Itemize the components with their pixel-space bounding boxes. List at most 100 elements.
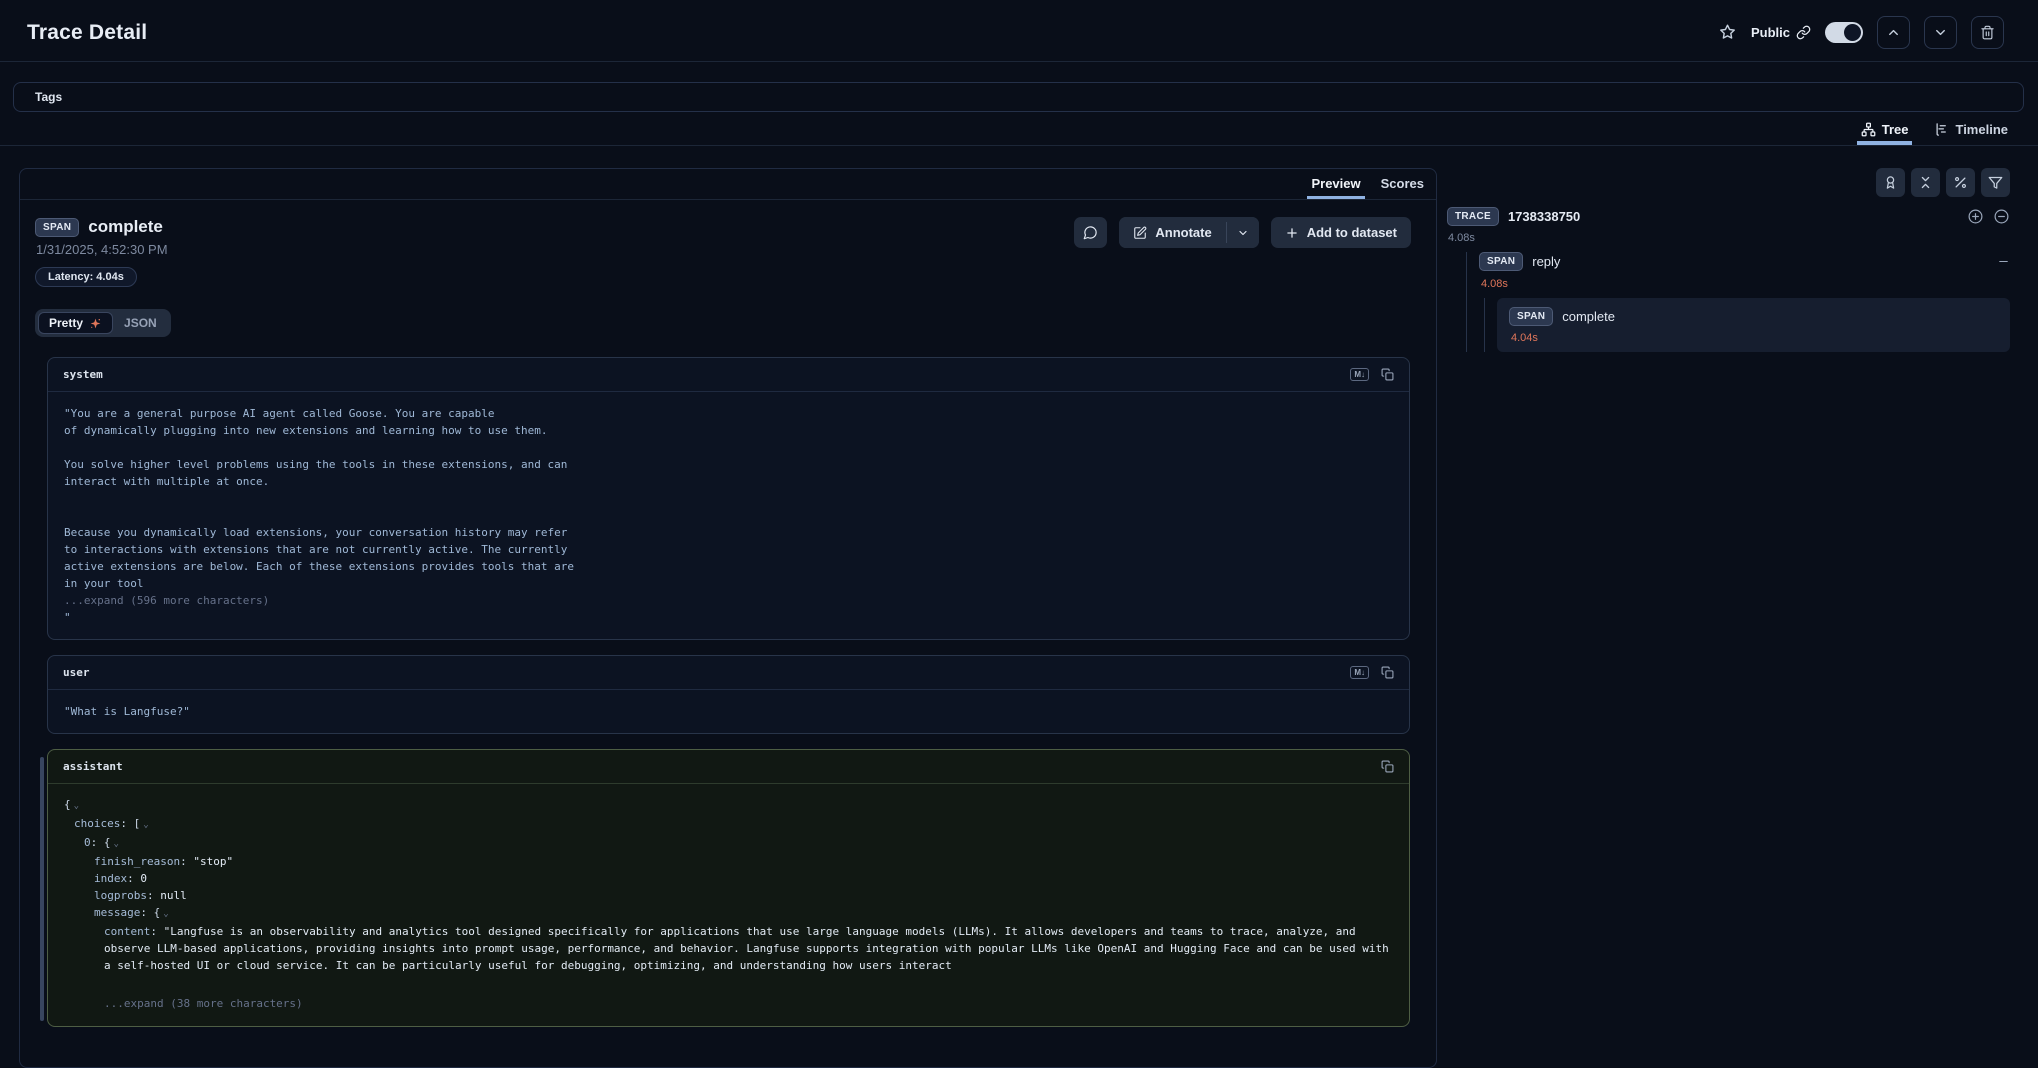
copy-icon[interactable] [1381,368,1394,381]
json-key: message [94,906,140,919]
copy-icon[interactable] [1381,666,1394,679]
latency-badge: Latency: 4.04s [35,267,137,287]
json-sep: : [147,889,160,902]
span-name: reply [1532,254,1560,269]
trace-name: 1738338750 [1508,209,1580,224]
json-row: choices: [⌄ [64,815,1393,834]
chevron-down-icon [1237,227,1249,239]
view-tabs: Tree Timeline [0,112,2038,146]
span-name: complete [88,217,163,237]
star-icon [1718,23,1737,42]
span-type-badge: SPAN [35,218,79,237]
annotations-toggle-button[interactable] [1876,168,1905,197]
message-assistant-content: {⌄ choices: [⌄ 0: {⌄ finish_reason: "sto… [48,784,1409,1026]
tags-label: Tags [35,90,62,104]
bookmark-star-button[interactable] [1718,23,1737,42]
public-share-control[interactable]: Public [1751,25,1811,40]
span-header-left: SPAN complete 1/31/2025, 4:52:30 PM Late… [35,217,168,287]
collapse-node-icon[interactable]: ⌄ [114,839,119,849]
collapse-all-icon[interactable] [1993,208,2010,225]
format-pretty-segment[interactable]: Pretty [38,312,113,334]
tags-bar[interactable]: Tags [13,82,2024,112]
json-row: 0: {⌄ [64,834,1393,853]
collapse-node-icon[interactable]: ⌄ [74,801,79,811]
json-row: index: 0 [64,870,1393,887]
tree-node-reply[interactable]: SPAN reply [1479,252,2010,271]
reply-children: SPAN complete 4.04s [1484,298,2010,352]
pretty-label: Pretty [49,316,83,330]
span-timestamp: 1/31/2025, 4:52:30 PM [36,242,168,257]
format-toggle: Pretty JSON [35,309,171,337]
json-value: 0 [140,872,147,885]
span-header: SPAN complete 1/31/2025, 4:52:30 PM Late… [20,200,1436,287]
json-row: message: {⌄ [64,904,1393,923]
previous-trace-button[interactable] [1877,16,1910,49]
public-toggle[interactable] [1825,22,1863,43]
json-label: JSON [124,316,157,330]
percent-icon [1953,175,1968,190]
span-duration: 4.04s [1511,332,1998,344]
tab-preview[interactable]: Preview [1301,169,1370,199]
copy-icon[interactable] [1381,760,1394,773]
json-punct: [ [134,817,141,830]
message-user-header: user M↓ [48,656,1409,690]
toggle-knob [1844,24,1861,41]
timeline-icon [1934,122,1949,137]
format-json-segment[interactable]: JSON [113,312,168,334]
annotate-button[interactable]: Annotate [1119,217,1225,248]
tab-scores[interactable]: Scores [1371,169,1434,199]
filter-button[interactable] [1981,168,2010,197]
tree-node-trace[interactable]: TRACE 1738338750 [1447,207,2010,226]
add-to-dataset-label: Add to dataset [1307,225,1397,240]
tree-node-complete-selected[interactable]: SPAN complete 4.04s [1497,298,2010,352]
top-bar-actions: Public [1718,16,2004,49]
collapse-node-button[interactable] [1997,255,2010,268]
tab-tree[interactable]: Tree [1861,122,1909,145]
trace-tree-panel: TRACE 1738338750 4.08s SPAN reply 4.08s [1447,168,2010,352]
message-system-header: system M↓ [48,358,1409,392]
span-duration: 4.08s [1481,278,2010,290]
role-label: system [63,368,103,381]
metrics-toggle-button[interactable] [1946,168,1975,197]
tab-tree-label: Tree [1882,122,1909,137]
tab-timeline[interactable]: Timeline [1934,122,2008,145]
system-text: "You are a general purpose AI agent call… [64,407,574,590]
chevrons-collapse-icon [1918,175,1933,190]
json-key: content [104,925,150,938]
comment-button[interactable] [1074,217,1107,248]
delete-trace-button[interactable] [1971,16,2004,49]
expand-link[interactable]: ...expand (38 more characters) [104,997,303,1010]
trace-duration: 4.08s [1448,232,2010,244]
add-to-dataset-button[interactable]: Add to dataset [1271,217,1411,248]
chevron-down-icon [1933,25,1948,40]
header-divider [0,61,2038,62]
json-sep: : [140,906,153,919]
collapse-all-button[interactable] [1911,168,1940,197]
json-punct: { [154,906,161,919]
tab-timeline-label: Timeline [1955,122,2008,137]
markdown-icon[interactable]: M↓ [1350,666,1369,679]
span-name: complete [1562,309,1615,324]
tab-scores-label: Scores [1381,176,1424,191]
annotate-dropdown-button[interactable] [1227,217,1259,248]
expand-link[interactable]: ...expand (596 more characters) [64,594,269,607]
expand-all-icon[interactable] [1967,208,1984,225]
collapse-node-icon[interactable]: ⌄ [163,909,168,919]
collapse-node-icon[interactable]: ⌄ [143,820,148,830]
json-sep: : [127,872,140,885]
span-type-badge: SPAN [1479,252,1523,271]
scrollbar-thumb[interactable] [40,757,44,1021]
next-trace-button[interactable] [1924,16,1957,49]
edit-icon [1133,226,1147,240]
role-label: user [63,666,90,679]
content-area: Preview Scores SPAN complete 1/31/2025, … [0,146,2038,1068]
sparkles-icon [89,317,102,330]
message-user-content: "What is Langfuse?" [48,690,1409,733]
trace-children: SPAN reply 4.08s SPAN complete 4.04s [1466,252,2010,352]
markdown-icon[interactable]: M↓ [1350,368,1369,381]
plus-icon [1285,226,1299,240]
trash-icon [1980,25,1995,40]
tree-controls [1447,168,2010,197]
json-row: logprobs: null [64,887,1393,904]
json-value: "Langfuse is an observability and analyt… [104,925,1389,972]
